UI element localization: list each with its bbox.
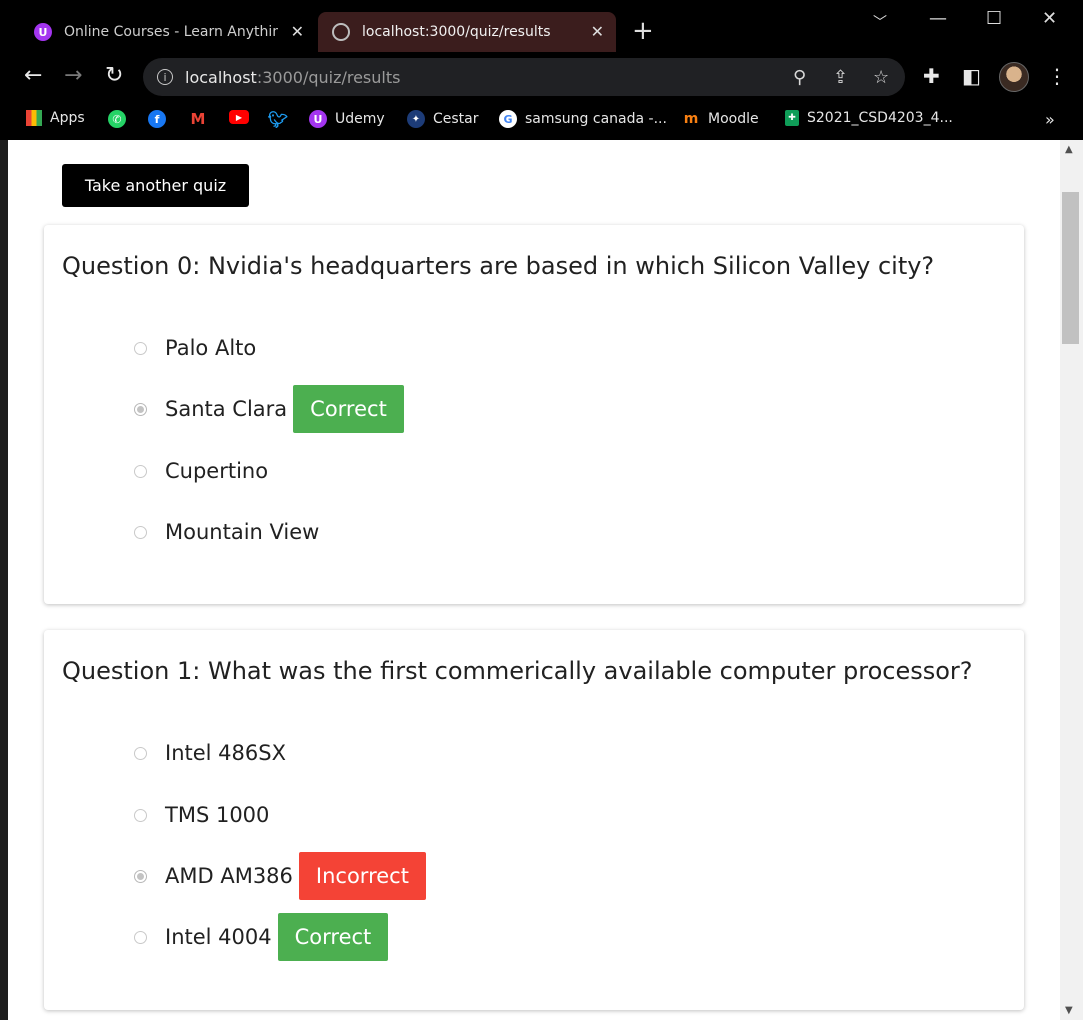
menu-icon[interactable]: ⋮ <box>1047 64 1067 88</box>
answer-option[interactable]: Mountain View <box>134 508 319 556</box>
answer-option[interactable]: Palo Alto <box>134 324 256 372</box>
question-card: Question 1: What was the first commerica… <box>44 630 1024 1010</box>
radio-button[interactable] <box>134 341 147 355</box>
bookmark-whatsapp[interactable]: ✆ <box>108 110 134 128</box>
answer-option[interactable]: Intel 4004 Correct <box>134 913 389 961</box>
take-another-quiz-button[interactable]: Take another quiz <box>62 164 249 207</box>
answer-label: Santa Clara <box>165 397 288 421</box>
answer-label: Intel 4004 <box>165 925 272 949</box>
answer-option[interactable]: Santa Clara Correct <box>134 385 404 433</box>
bookmark-youtube[interactable]: ▶ <box>229 110 257 124</box>
new-tab-icon[interactable]: + <box>632 18 654 44</box>
tab-strip: U Online Courses - Learn Anything, ✕ loc… <box>0 0 1083 52</box>
answer-label: TMS 1000 <box>165 803 270 827</box>
close-icon[interactable]: ✕ <box>591 22 604 41</box>
cestar-icon: ✦ <box>407 110 425 128</box>
bookmark-sheet[interactable]: ✚ S2021_CSD4203_4... <box>785 110 953 126</box>
radio-button[interactable] <box>134 869 147 883</box>
chevron-double-right-icon[interactable]: » <box>1045 110 1055 129</box>
apps-grid-icon <box>26 110 42 126</box>
avatar[interactable] <box>999 62 1029 92</box>
bookmark-apps[interactable]: Apps <box>26 110 85 126</box>
tab-udemy[interactable]: U Online Courses - Learn Anything, ✕ <box>20 12 316 52</box>
tab-quiz-results[interactable]: localhost:3000/quiz/results ✕ <box>318 12 616 52</box>
extensions-icon[interactable]: ✚ <box>923 64 940 88</box>
scroll-up-arrow-icon[interactable]: ▲ <box>1065 144 1073 155</box>
forward-icon[interactable]: → <box>64 64 82 88</box>
bookmark-twitter[interactable]: 🐦︎ <box>267 109 295 129</box>
answer-option[interactable]: TMS 1000 <box>134 791 269 839</box>
correct-badge: Correct <box>293 385 404 433</box>
star-icon[interactable]: ☆ <box>873 67 889 88</box>
google-icon: G <box>499 110 517 128</box>
page-scrollbar[interactable]: ▲ ▼ <box>1060 140 1083 1020</box>
radio-button[interactable] <box>134 402 147 416</box>
sheet-icon: ✚ <box>785 110 799 126</box>
moodle-icon: m <box>683 111 699 127</box>
scroll-down-arrow-icon[interactable]: ▼ <box>1065 1005 1073 1016</box>
maximize-icon[interactable]: ☐ <box>986 8 1002 29</box>
tab-title: localhost:3000/quiz/results <box>362 24 551 40</box>
bookmark-samsung[interactable]: G samsung canada -... <box>499 110 667 128</box>
minimize-icon[interactable]: — <box>929 8 947 29</box>
bookmark-facebook[interactable]: f <box>148 110 174 128</box>
answer-label: Palo Alto <box>165 336 257 360</box>
background-window-edge <box>0 140 8 1020</box>
answer-label: Intel 486SX <box>165 741 286 765</box>
zoom-icon[interactable]: ⚲ <box>793 67 806 88</box>
whatsapp-icon: ✆ <box>108 110 126 128</box>
radio-button[interactable] <box>134 930 147 944</box>
tab-title: Online Courses - Learn Anything, <box>64 24 278 40</box>
gmail-icon: M <box>190 110 206 128</box>
page-viewport: Take another quiz Question 0: Nvidia's h… <box>8 140 1060 1020</box>
question-title: Question 0: Nvidia's headquarters are ba… <box>62 252 935 280</box>
answer-option[interactable]: Cupertino <box>134 447 268 495</box>
answer-option[interactable]: AMD AM386 Incorrect <box>134 852 426 900</box>
answer-option[interactable]: Intel 486SX <box>134 729 286 777</box>
answer-label: Mountain View <box>165 520 320 544</box>
url-text[interactable]: localhost:3000/quiz/results <box>185 68 400 87</box>
radio-button[interactable] <box>134 464 147 478</box>
question-card: Question 0: Nvidia's headquarters are ba… <box>44 225 1024 604</box>
globe-icon <box>332 23 350 41</box>
question-title: Question 1: What was the first commerica… <box>62 657 973 685</box>
radio-button[interactable] <box>134 808 147 822</box>
reload-icon[interactable]: ↻ <box>105 64 123 88</box>
close-icon[interactable]: ✕ <box>291 22 304 41</box>
bookmark-moodle[interactable]: m Moodle <box>682 110 759 128</box>
bookmark-cestar[interactable]: ✦ Cestar <box>407 110 479 128</box>
incorrect-badge: Incorrect <box>298 852 426 900</box>
side-panel-icon[interactable]: ◧ <box>962 64 981 88</box>
answer-label: Cupertino <box>165 459 269 483</box>
youtube-icon: ▶ <box>229 110 249 124</box>
back-icon[interactable]: ← <box>24 64 42 88</box>
info-icon[interactable]: i <box>157 69 173 85</box>
twitter-icon: 🐦︎ <box>267 109 289 129</box>
tab-search-icon[interactable]: ﹀ <box>873 12 887 32</box>
scrollbar-thumb[interactable] <box>1062 192 1079 344</box>
bookmark-udemy[interactable]: U Udemy <box>309 110 385 128</box>
radio-button[interactable] <box>134 746 147 760</box>
udemy-icon: U <box>309 110 327 128</box>
correct-badge: Correct <box>277 913 389 961</box>
facebook-icon: f <box>148 110 166 128</box>
address-bar[interactable]: i localhost:3000/quiz/results ⚲ ⇪ ☆ <box>143 58 905 96</box>
browser-toolbar: ← → ↻ i localhost:3000/quiz/results ⚲ ⇪ … <box>0 52 1083 102</box>
share-icon[interactable]: ⇪ <box>833 67 848 88</box>
udemy-icon: U <box>34 23 52 41</box>
radio-button[interactable] <box>134 525 147 539</box>
bookmarks-bar: Apps ✆ f M ▶ 🐦︎ U Udemy ✦ Cestar G samsu… <box>0 102 1083 140</box>
close-window-icon[interactable]: ✕ <box>1042 8 1057 29</box>
bookmark-gmail[interactable]: M <box>189 110 215 128</box>
answer-label: AMD AM386 <box>165 864 293 888</box>
